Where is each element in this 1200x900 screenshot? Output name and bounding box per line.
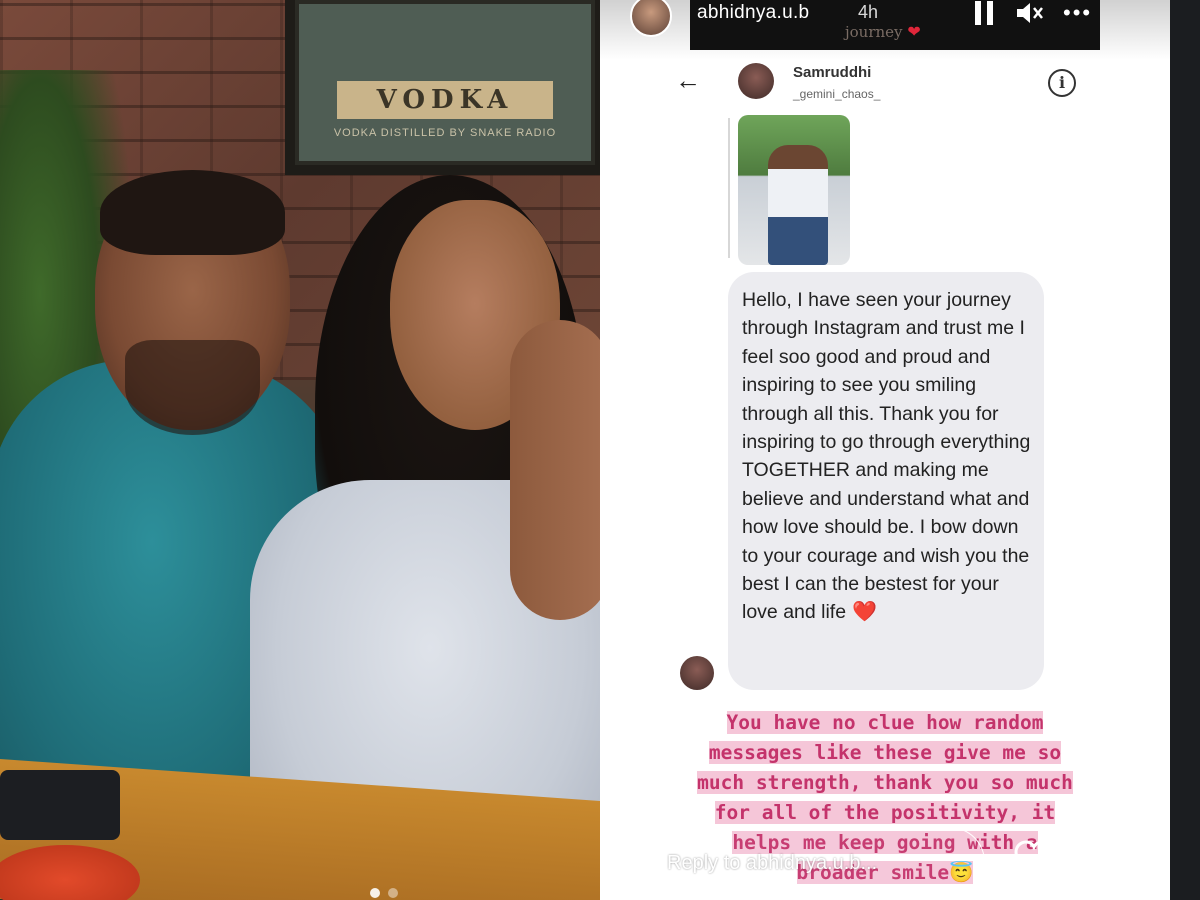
heart-icon[interactable] <box>1012 838 1056 882</box>
wall-poster: VODKA VODKA DISTILLED BY SNAKE RADIO <box>285 0 600 175</box>
story-username[interactable]: abhidnya.u.b <box>697 2 809 24</box>
overlay-line: messages like these give me so <box>620 738 1150 768</box>
dm-contact-handle: _gemini_chaos_ <box>793 87 881 101</box>
man-beard <box>125 340 260 435</box>
reply-placeholder: Reply to abhidnya.u.b... <box>667 852 878 874</box>
man-hair <box>100 170 285 255</box>
screen: VODKA VODKA DISTILLED BY SNAKE RADIO jou… <box>0 0 1200 900</box>
sender-avatar <box>680 656 714 690</box>
story-user-avatar[interactable] <box>630 0 672 37</box>
message-text: Hello, I have seen your journey through … <box>742 286 1032 627</box>
poster-inner: VODKA VODKA DISTILLED BY SNAKE RADIO <box>295 0 595 165</box>
story-timestamp: 4h <box>858 2 879 22</box>
info-icon: i <box>1048 69 1076 97</box>
story-controls: ••• <box>975 0 1092 26</box>
right-gutter <box>1170 0 1200 900</box>
thumbnail-person <box>768 145 828 265</box>
dm-header: ← Samruddhi _gemini_chaos_ i <box>600 55 1170 110</box>
dm-contact-name: Samruddhi <box>793 64 872 81</box>
overlay-line-1: You have no clue how random <box>726 711 1044 734</box>
overlay-line: much strength, thank you so much <box>620 768 1150 798</box>
heart-emoji-icon: ❤️ <box>852 601 877 624</box>
poster-ribbon: VODKA <box>336 81 554 119</box>
couple-photo: VODKA VODKA DISTILLED BY SNAKE RADIO <box>0 0 600 900</box>
overlay-line-3: much strength, thank you so much <box>697 771 1073 794</box>
mute-icon[interactable] <box>1015 0 1045 26</box>
woman-arm <box>510 320 600 620</box>
reply-input[interactable]: Reply to abhidnya.u.b... <box>630 827 985 897</box>
overlay-line-4: for all of the positivity, it <box>714 801 1056 824</box>
carousel-dots[interactable] <box>370 888 398 898</box>
overlay-line: for all of the positivity, it <box>620 798 1150 828</box>
back-arrow-icon: ← <box>675 65 701 95</box>
instagram-story: journey ❤ abhidnya.u.b 4h ••• ← Samruddh… <box>600 0 1170 900</box>
message-body: Hello, I have seen your journey through … <box>742 289 1031 624</box>
carousel-dot-active[interactable] <box>370 888 380 898</box>
more-options-icon[interactable]: ••• <box>1063 0 1092 26</box>
poster-subtext: VODKA DISTILLED BY SNAKE RADIO <box>333 127 557 139</box>
send-icon[interactable] <box>1084 840 1128 884</box>
message-bubble: Hello, I have seen your journey through … <box>728 272 1044 690</box>
pause-icon[interactable] <box>975 1 997 25</box>
replied-story-thumbnail <box>738 115 850 265</box>
overlay-line-2: messages like these give me so <box>708 741 1062 764</box>
reply-indicator-line <box>728 118 730 258</box>
dm-avatar <box>738 63 774 99</box>
overlay-line: You have no clue how random <box>620 708 1150 738</box>
phone-on-table <box>0 770 120 840</box>
carousel-dot[interactable] <box>388 888 398 898</box>
